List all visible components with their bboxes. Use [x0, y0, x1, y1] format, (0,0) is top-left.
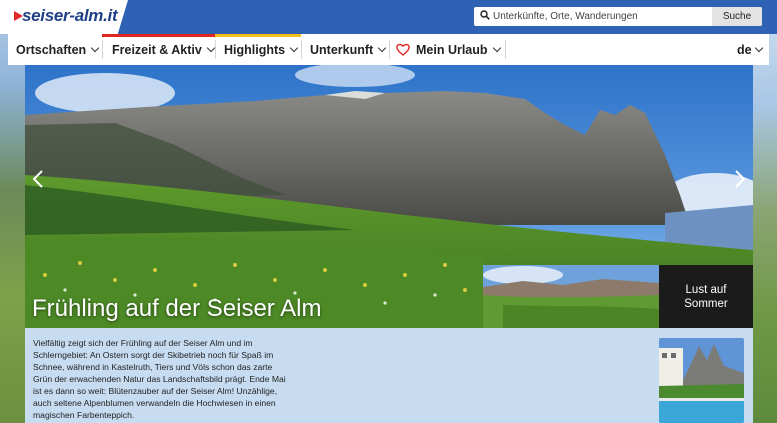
search-input[interactable] [491, 7, 709, 26]
language-selector[interactable]: de [737, 34, 763, 65]
next-slide-thumbnail[interactable] [483, 265, 659, 328]
top-header: seiser-alm.it Suche [0, 0, 777, 34]
hero-slider: Frühling auf der Seiser Alm Lust auf Somm… [25, 65, 753, 328]
main-navigation: Ortschaften Freizeit & Aktiv Highlights … [8, 34, 769, 65]
nav-divider [102, 40, 103, 59]
site-logo[interactable]: seiser-alm.it [0, 0, 128, 34]
chevron-down-icon [377, 43, 387, 52]
next-slide-line2: Sommer [684, 298, 728, 310]
nav-divider [215, 40, 216, 59]
nav-item-label: Unterkunft [310, 42, 374, 57]
logo-text: seiser-alm.it [22, 6, 118, 25]
search-icon [480, 10, 490, 20]
nav-divider [389, 40, 390, 59]
chevron-down-icon [90, 43, 100, 52]
heart-icon [396, 43, 410, 56]
nav-item-label: Highlights [224, 42, 286, 57]
hero-title: Frühling auf der Seiser Alm [32, 295, 322, 322]
nav-item-label: Mein Urlaub [416, 42, 488, 57]
nav-item-mein-urlaub[interactable]: Mein Urlaub [396, 34, 501, 65]
slider-prev-arrow-icon[interactable] [31, 169, 45, 189]
nav-item-freizeit[interactable]: Freizeit & Aktiv [112, 34, 216, 65]
slider-next-arrow-icon[interactable] [733, 169, 747, 189]
language-label: de [737, 42, 752, 57]
chevron-down-icon [492, 43, 501, 52]
nav-item-label: Freizeit & Aktiv [112, 42, 202, 57]
intro-section: Vielfältig zeigt sich der Frühling auf d… [25, 328, 753, 423]
chevron-down-icon [754, 43, 763, 52]
accommodation-teaser[interactable]: ★★★★ [659, 338, 744, 423]
nav-item-ortschaften[interactable]: Ortschaften [16, 34, 100, 65]
nav-item-highlights[interactable]: Highlights [224, 34, 299, 65]
nav-item-label: Ortschaften [16, 42, 87, 57]
nav-divider [505, 40, 506, 59]
chevron-down-icon [206, 43, 216, 52]
nav-item-unterkunft[interactable]: Unterkunft [310, 34, 387, 65]
next-slide-label[interactable]: Lust auf Sommer [659, 265, 753, 328]
next-slide-line1: Lust auf [685, 284, 727, 296]
search-button[interactable]: Suche [712, 7, 762, 26]
intro-paragraph: Vielfältig zeigt sich der Frühling auf d… [33, 338, 286, 420]
nav-divider [301, 40, 302, 59]
search-box: Suche [474, 7, 762, 26]
teaser-image [659, 338, 744, 423]
next-slide-image [483, 265, 659, 328]
chevron-down-icon [289, 43, 299, 52]
